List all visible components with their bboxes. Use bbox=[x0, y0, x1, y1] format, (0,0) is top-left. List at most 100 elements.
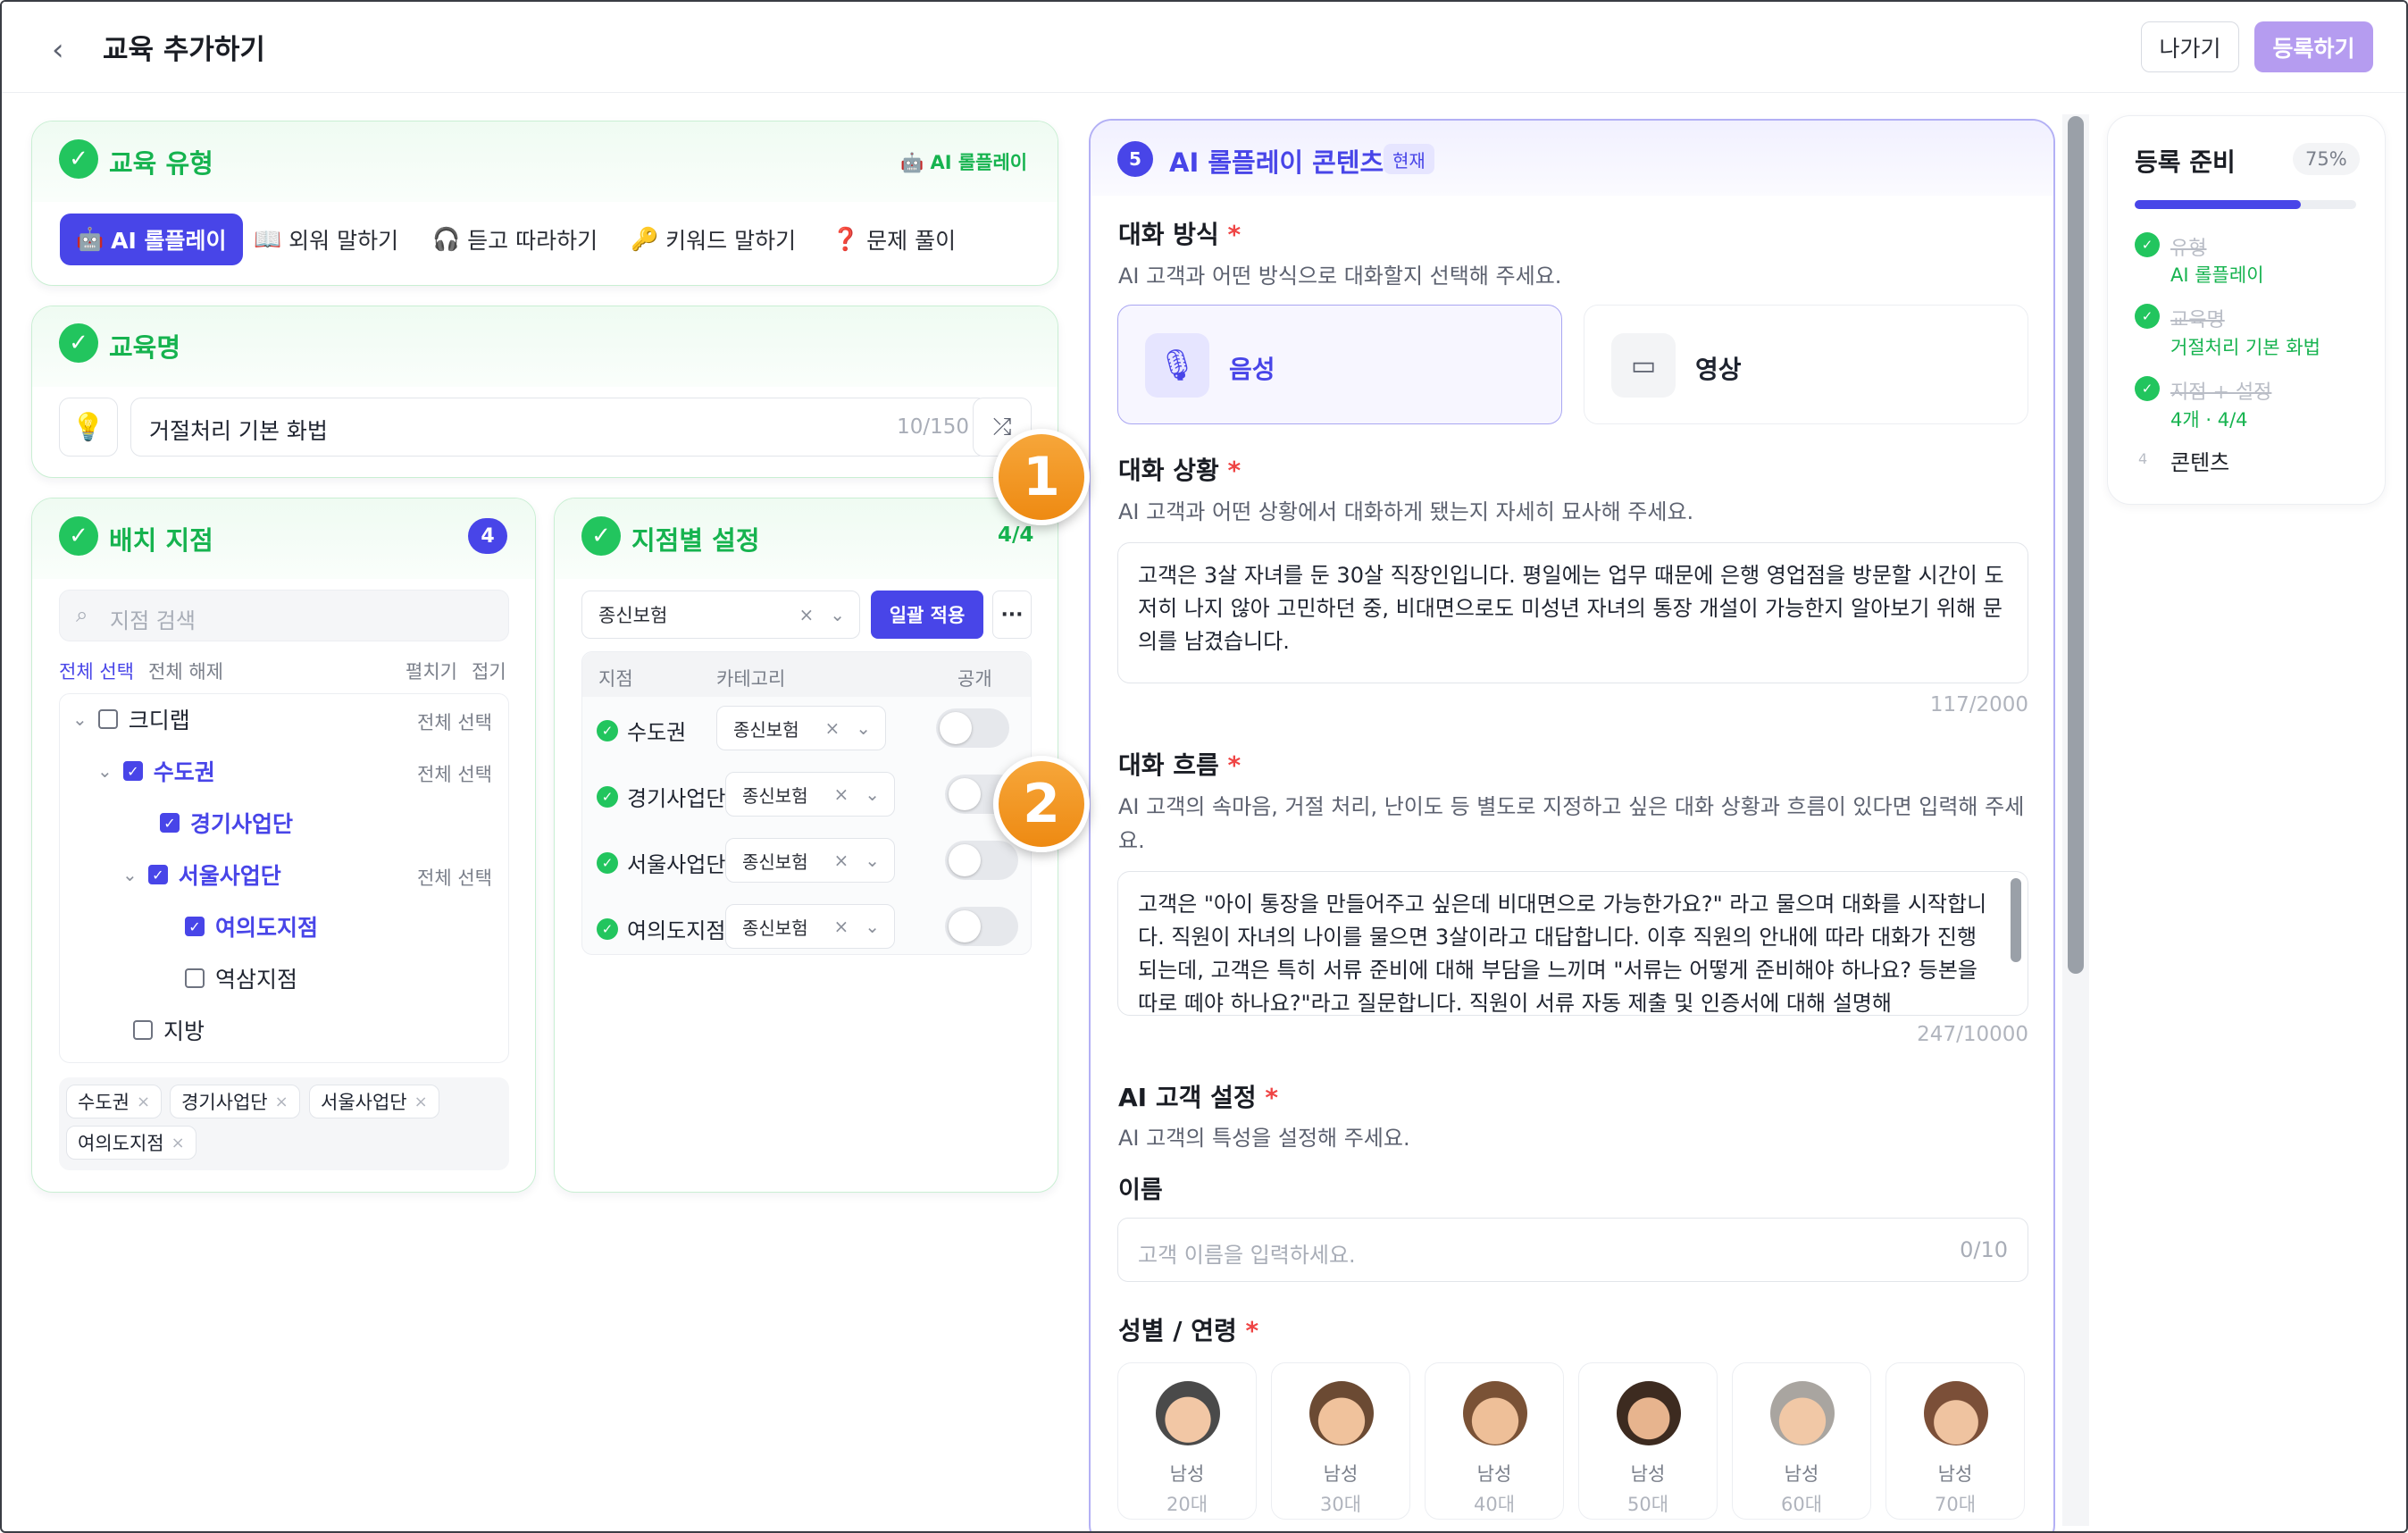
tree-row-seoul[interactable]: ⌄ ✓ 서울사업단 bbox=[122, 859, 281, 891]
checkbox[interactable]: ✓ bbox=[122, 761, 143, 781]
clear-icon[interactable]: × bbox=[833, 783, 849, 805]
chip-label: 수도권 bbox=[78, 1092, 130, 1113]
avatar-option-60s[interactable]: 남성 60대 bbox=[1732, 1362, 1871, 1520]
clear-icon[interactable]: × bbox=[833, 916, 849, 937]
tab-memorize-speak[interactable]: 📖 외워 말하기 bbox=[254, 214, 398, 265]
avatar-option-30s[interactable]: 남성 30대 bbox=[1271, 1362, 1410, 1520]
tree-select-all[interactable]: 전체 선택 bbox=[417, 708, 492, 735]
select-all-link[interactable]: 전체 선택 bbox=[59, 658, 134, 684]
chevron-down-icon[interactable]: ⌄ bbox=[865, 916, 880, 937]
tree-row-yeouido[interactable]: ✓ 여의도지점 bbox=[185, 910, 318, 942]
exit-button[interactable]: 나가기 bbox=[2141, 21, 2239, 72]
mode-video-label: 영상 bbox=[1695, 355, 1742, 384]
tab-ai-roleplay[interactable]: 🤖 AI 롤플레이 bbox=[60, 214, 243, 265]
tab-listen-repeat[interactable]: 🎧 듣고 따라하기 bbox=[432, 214, 598, 265]
row-category-select[interactable]: 종신보험 × ⌄ bbox=[725, 838, 895, 883]
collapse-link[interactable]: 접기 bbox=[472, 658, 506, 684]
chevron-down-icon[interactable]: ⌄ bbox=[97, 760, 113, 782]
close-icon[interactable]: × bbox=[171, 1134, 185, 1152]
close-icon[interactable]: × bbox=[414, 1093, 428, 1111]
register-button[interactable]: 등록하기 bbox=[2254, 21, 2373, 72]
gender-age-label-text: 성별 / 연령 bbox=[1118, 1316, 1237, 1345]
checkbox[interactable]: ✓ bbox=[185, 917, 205, 936]
deselect-all-link[interactable]: 전체 해제 bbox=[148, 658, 223, 684]
chip-gyeonggi[interactable]: 경기사업단 × bbox=[170, 1085, 300, 1118]
clear-icon[interactable]: × bbox=[833, 850, 849, 871]
tree-row-kdlab[interactable]: ⌄ 크디랩 bbox=[72, 703, 190, 735]
required-mark: * bbox=[1227, 456, 1242, 485]
back-chevron-icon[interactable]: ‹ bbox=[52, 32, 64, 68]
mode-label: 대화 방식 * bbox=[1118, 215, 1241, 251]
row-branch: 경기사업단 bbox=[627, 786, 726, 811]
tree-row-capital[interactable]: ⌄ ✓ 수도권 bbox=[97, 755, 215, 787]
public-toggle[interactable] bbox=[936, 708, 1009, 748]
mode-voice-option[interactable]: 🎙 음성 bbox=[1117, 305, 1562, 424]
chip-seoul[interactable]: 서울사업단 × bbox=[309, 1085, 439, 1118]
flow-textarea[interactable]: 고객은 "아이 통장을 만들어주고 싶은데 비대면으로 가능한가요?" 라고 물… bbox=[1117, 871, 2028, 1016]
public-toggle[interactable] bbox=[945, 841, 1018, 880]
situation-textarea[interactable]: 고객은 3살 자녀를 둔 30살 직장인입니다. 평일에는 업무 때문에 은행 … bbox=[1117, 542, 2028, 683]
current-badge: 현재 bbox=[1384, 144, 1434, 174]
lightbulb-icon[interactable]: 💡 bbox=[59, 398, 118, 457]
textarea-scrollbar[interactable] bbox=[2011, 878, 2021, 962]
tree-row-yeoksam[interactable]: 역삼지점 bbox=[185, 962, 297, 994]
col-public: 공개 bbox=[957, 668, 992, 690]
page-scrollbar[interactable] bbox=[2068, 116, 2084, 974]
row-branch: 여의도지점 bbox=[627, 918, 726, 943]
checkbox[interactable] bbox=[133, 1020, 153, 1040]
checkbox[interactable] bbox=[97, 709, 118, 729]
table-row: ✓ 경기사업단 bbox=[597, 781, 725, 812]
step-3-sub: 4개 · 4/4 bbox=[2170, 409, 2248, 431]
chevron-down-icon[interactable]: ⌄ bbox=[72, 708, 88, 730]
customer-desc: AI 고객의 특성을 설정해 주세요. bbox=[1118, 1126, 1410, 1151]
row-category-select[interactable]: 종신보험 × ⌄ bbox=[716, 706, 886, 750]
col-branch: 지점 bbox=[598, 668, 633, 690]
table-row: ✓ 서울사업단 bbox=[597, 847, 725, 878]
checkbox[interactable]: ✓ bbox=[147, 865, 168, 884]
apply-all-button[interactable]: 일괄 적용 bbox=[871, 591, 983, 639]
chip-capital[interactable]: 수도권 × bbox=[66, 1085, 163, 1118]
customer-name-input[interactable]: 고객 이름을 입력하세요. 0/10 bbox=[1117, 1218, 2028, 1282]
avatar-gender: 남성 bbox=[1937, 1463, 1973, 1485]
chevron-down-icon[interactable]: ⌄ bbox=[865, 783, 880, 805]
avatar-option-40s[interactable]: 남성 40대 bbox=[1425, 1362, 1564, 1520]
chevron-down-icon[interactable]: ⌄ bbox=[122, 864, 138, 885]
chevron-down-icon[interactable]: ⌄ bbox=[856, 717, 871, 739]
clear-icon[interactable]: × bbox=[824, 717, 840, 739]
tab-keyword-speak[interactable]: 🔑 키워드 말하기 bbox=[631, 214, 796, 265]
checkbox[interactable]: ✓ bbox=[160, 813, 180, 833]
check-circle-icon: ✓ bbox=[2135, 232, 2160, 257]
checkbox[interactable] bbox=[185, 968, 205, 988]
chevron-down-icon[interactable]: ⌄ bbox=[865, 850, 880, 871]
close-icon[interactable]: × bbox=[137, 1093, 150, 1111]
edu-type-badge-label: AI 롤플레이 bbox=[930, 152, 1028, 173]
progress-fill bbox=[2135, 200, 2301, 209]
tree-row-local[interactable]: 지방 bbox=[133, 1014, 205, 1046]
tab-quiz[interactable]: ❓ 문제 풀이 bbox=[832, 214, 956, 265]
row-category-select[interactable]: 종신보험 × ⌄ bbox=[725, 904, 895, 949]
clear-icon[interactable]: × bbox=[798, 604, 814, 625]
close-icon[interactable]: × bbox=[275, 1093, 288, 1111]
avatar-age: 70대 bbox=[1934, 1494, 1977, 1515]
expand-link[interactable]: 펼치기 bbox=[406, 658, 457, 684]
tab-label: 문제 풀이 bbox=[866, 228, 957, 254]
branch-tree: ⌄ 크디랩 전체 선택 ⌄ ✓ 수도권 전체 선택 ✓ 경기사업단 ⌄ ✓ 서울사업단 전체… bbox=[59, 693, 509, 1063]
avatar-face bbox=[1156, 1381, 1220, 1445]
mode-video-option[interactable]: ▭ 영상 bbox=[1584, 305, 2028, 424]
avatar-option-70s[interactable]: 남성 70대 bbox=[1885, 1362, 2025, 1520]
edu-name-input[interactable]: 거절처리 기본 화법 10/150 bbox=[130, 398, 988, 457]
public-toggle[interactable] bbox=[945, 907, 1018, 946]
avatar-option-50s[interactable]: 남성 50대 bbox=[1578, 1362, 1718, 1520]
avatar-option-20s[interactable]: 남성 20대 bbox=[1117, 1362, 1257, 1520]
more-menu-button[interactable]: ··· bbox=[992, 591, 1032, 639]
row-category-select[interactable]: 종신보험 × ⌄ bbox=[725, 772, 895, 817]
tree-row-gyeonggi[interactable]: ✓ 경기사업단 bbox=[160, 807, 293, 839]
chip-yeouido[interactable]: 여의도지점 × bbox=[66, 1126, 196, 1160]
tab-label: 키워드 말하기 bbox=[665, 228, 797, 254]
tree-select-all[interactable]: 전체 선택 bbox=[417, 864, 492, 891]
tree-select-all[interactable]: 전체 선택 bbox=[417, 760, 492, 787]
branch-search-input[interactable]: ⌕ 지점 검색 bbox=[59, 590, 509, 641]
category-select[interactable]: 종신보험 × ⌄ bbox=[581, 591, 860, 639]
avatar-age: 40대 bbox=[1473, 1494, 1516, 1515]
chevron-down-icon[interactable]: ⌄ bbox=[830, 604, 845, 625]
